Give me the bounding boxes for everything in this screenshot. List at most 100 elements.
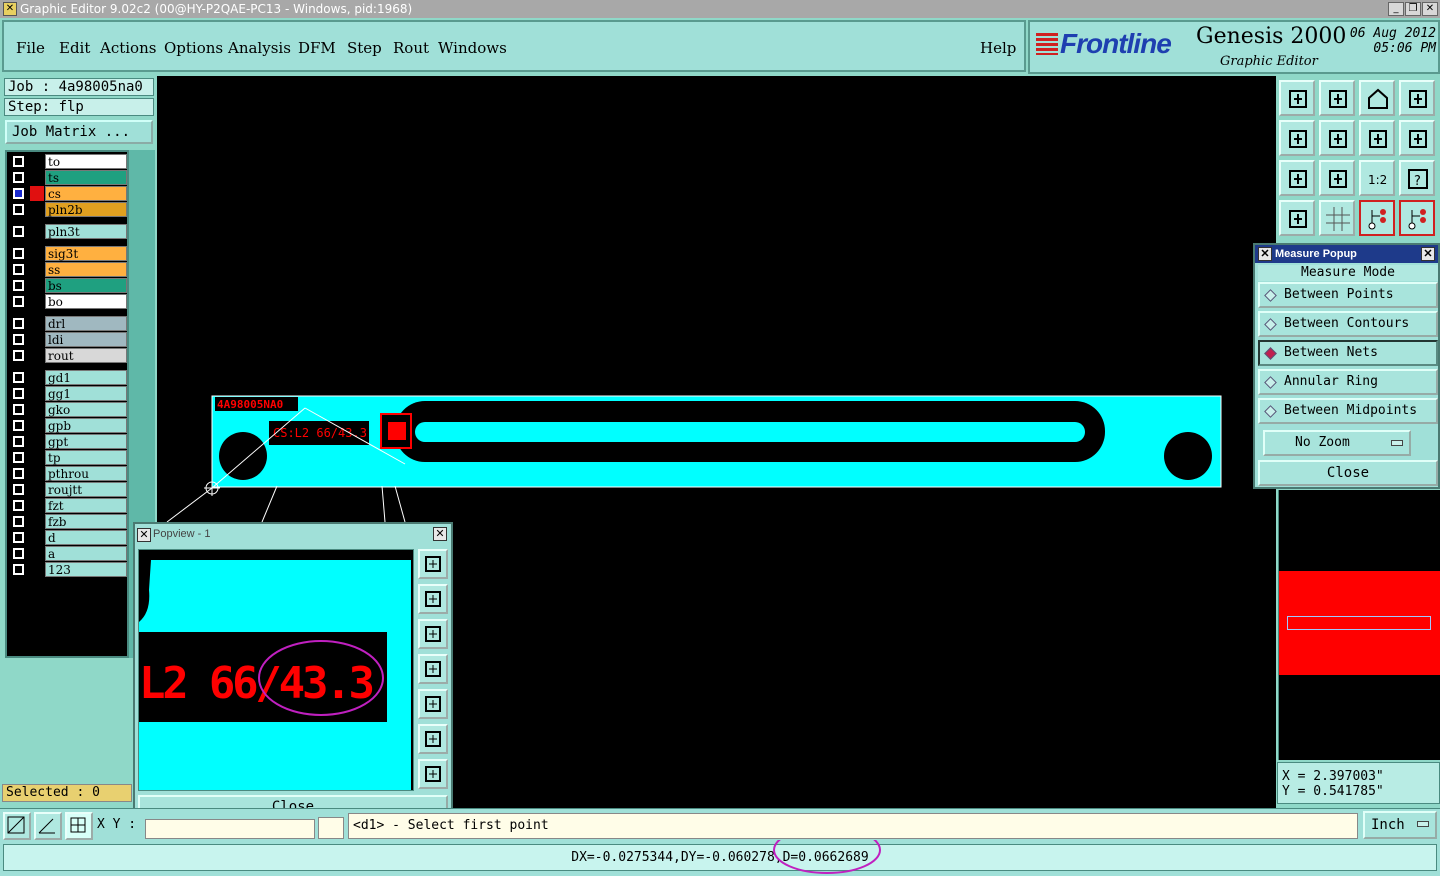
layer-checkbox[interactable] [13,334,24,345]
layer-name[interactable]: a [45,546,127,561]
home-button[interactable] [1359,80,1395,116]
layer-row-gg1[interactable]: gg1 [9,386,127,401]
layer-row-pthrou[interactable]: pthrou [9,466,127,481]
layer-name[interactable]: cs [45,186,127,201]
overview-minimap[interactable] [1278,490,1440,760]
menu-file[interactable]: File [16,39,45,57]
minimap-viewport[interactable] [1287,616,1431,630]
menu-help[interactable]: Help [980,39,1016,57]
layer-name[interactable]: roujtt [45,482,127,497]
layer-name[interactable]: pln3t [45,224,127,239]
popview-pan-right-button[interactable] [418,689,448,719]
layer-row-tp[interactable]: tp [9,450,127,465]
mode-between-nets[interactable]: Between Nets [1258,340,1438,366]
layer-checkbox[interactable] [13,468,24,479]
layer-name[interactable]: pln2b [45,202,127,217]
layer-row-gko[interactable]: gko [9,402,127,417]
job-matrix-button[interactable]: Job Matrix ... [5,120,153,144]
menu-windows[interactable]: Windows [438,39,507,57]
layer-name[interactable]: gpb [45,418,127,433]
scale-one-to-two-button[interactable]: 1:2 [1359,160,1395,196]
measure-close-icon[interactable]: ✕ [1421,247,1435,261]
split-view-button[interactable] [1399,80,1435,116]
layer-name[interactable]: fzb [45,514,127,529]
layer-checkbox[interactable] [13,296,24,307]
layer-checkbox[interactable] [13,420,24,431]
layer-row-drl[interactable]: drl [9,316,127,331]
layer-name[interactable]: ts [45,170,127,185]
xy-options-button[interactable] [318,817,344,839]
menu-step[interactable]: Step [347,39,382,57]
layer-checkbox[interactable] [13,388,24,399]
layer-checkbox[interactable] [13,564,24,575]
pan-right-button[interactable] [1319,120,1355,156]
undo-zoom-button[interactable] [1399,120,1435,156]
layer-row-gpb[interactable]: gpb [9,418,127,433]
layer-row-ldi[interactable]: ldi [9,332,127,347]
measure-close-button[interactable]: Close [1258,460,1438,486]
menu-rout[interactable]: Rout [393,39,429,57]
layer-checkbox[interactable] [13,188,24,199]
net-highlight-button[interactable] [1359,200,1395,236]
grid-snap-button[interactable] [65,812,93,840]
popview-zoom-in-button[interactable] [418,724,448,754]
layer-checkbox[interactable] [13,318,24,329]
center-button[interactable] [1319,160,1355,196]
layer-row-fzt[interactable]: fzt [9,498,127,513]
layer-checkbox[interactable] [13,226,24,237]
layer-checkbox[interactable] [13,264,24,275]
layer-row-gpt[interactable]: gpt [9,434,127,449]
fit-all-button[interactable] [1279,160,1315,196]
menu-dfm[interactable]: DFM [298,39,336,57]
mode-annular-ring[interactable]: Annular Ring [1258,369,1438,395]
layer-checkbox[interactable] [13,404,24,415]
layer-checkbox[interactable] [13,436,24,447]
layer-checkbox[interactable] [13,372,24,383]
layer-checkbox[interactable] [13,516,24,527]
minimize-button[interactable]: _ [1388,2,1404,16]
layer-row-a[interactable]: a [9,546,127,561]
layer-name[interactable]: fzt [45,498,127,513]
layer-name[interactable]: sig3t [45,246,127,261]
layer-name[interactable]: pthrou [45,466,127,481]
help-button[interactable]: ? [1399,160,1435,196]
popview-pan-left-button[interactable] [418,654,448,684]
layer-row-bo[interactable]: bo [9,294,127,309]
close-window-button[interactable]: ✕ [1422,2,1438,16]
layer-name[interactable]: gpt [45,434,127,449]
maximize-button[interactable]: ❐ [1405,2,1421,16]
layer-checkbox[interactable] [13,548,24,559]
layer-row-123[interactable]: 123 [9,562,127,577]
layer-checkbox[interactable] [13,280,24,291]
tools-button[interactable] [1279,200,1315,236]
layer-name[interactable]: bs [45,278,127,293]
layer-row-gd1[interactable]: gd1 [9,370,127,385]
layer-row-pln2b[interactable]: pln2b [9,202,127,217]
snap-mode-button[interactable] [3,812,31,840]
layer-checkbox[interactable] [13,532,24,543]
layer-row-sig3t[interactable]: sig3t [9,246,127,261]
mode-between-contours[interactable]: Between Contours [1258,311,1438,337]
popview-zoom-out-button[interactable] [418,759,448,789]
popview-canvas[interactable]: L2 66/43.3 [138,549,414,791]
layer-row-pln3t[interactable]: pln3t [9,224,127,239]
layer-row-fzb[interactable]: fzb [9,514,127,529]
layer-checkbox[interactable] [13,484,24,495]
layer-checkbox[interactable] [13,452,24,463]
popview-close-icon[interactable]: ✕ [433,527,447,541]
layer-checkbox[interactable] [13,500,24,511]
grid-button[interactable] [1319,200,1355,236]
popview-zoom-window-button[interactable] [418,549,448,579]
unit-selector[interactable]: Inch [1363,811,1437,839]
mode-between-points[interactable]: Between Points [1258,282,1438,308]
layer-name[interactable]: d [45,530,127,545]
layer-name[interactable]: tp [45,450,127,465]
layer-checkbox[interactable] [13,172,24,183]
layer-row-rout[interactable]: rout [9,348,127,363]
layer-name[interactable]: to [45,154,127,169]
xy-input[interactable] [145,819,315,839]
layer-name[interactable]: gd1 [45,370,127,385]
layer-row-roujtt[interactable]: roujtt [9,482,127,497]
zoom-bottom-button[interactable] [1319,80,1355,116]
menu-actions[interactable]: Actions [100,39,156,57]
